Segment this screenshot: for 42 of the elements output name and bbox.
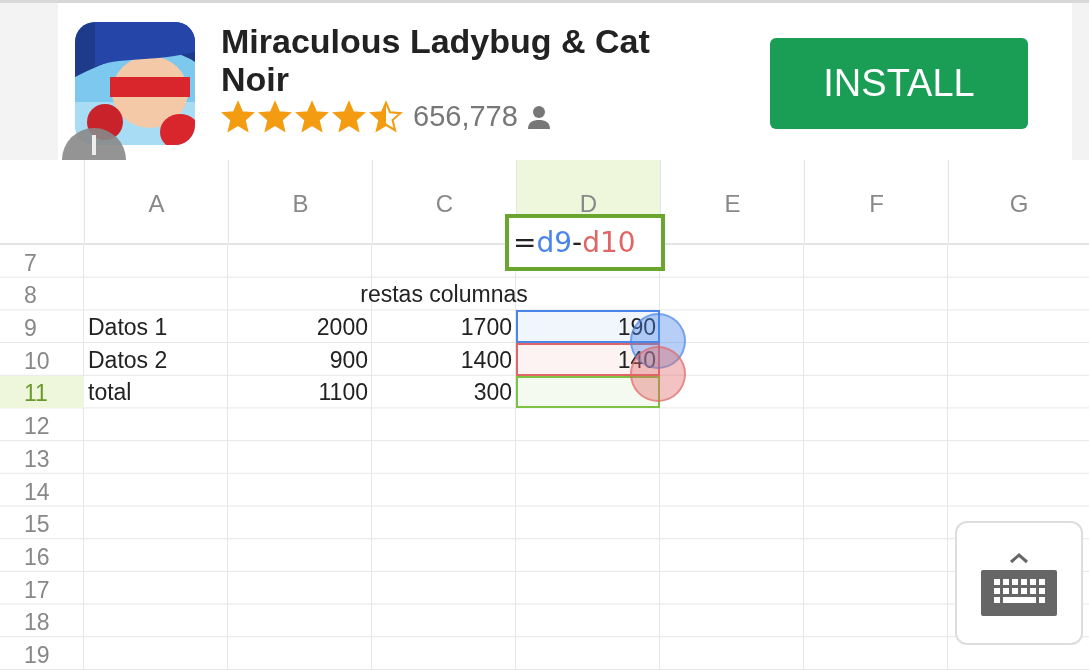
star-icon xyxy=(295,100,329,133)
column-header[interactable]: B xyxy=(228,160,372,243)
cell-text: 1400 xyxy=(460,346,512,374)
row-header[interactable]: 13 xyxy=(0,441,84,474)
star-icon xyxy=(332,100,366,133)
formula-tooltip[interactable]: =d9-d10 xyxy=(505,214,665,271)
row-header[interactable]: 14 xyxy=(0,473,84,507)
row-header[interactable]: 19 xyxy=(0,637,84,670)
highlighted-cell[interactable]: 190 xyxy=(516,310,660,344)
star-icon xyxy=(369,100,403,133)
star-icon xyxy=(221,100,255,133)
cell-text: 900 xyxy=(329,346,368,374)
cell-text: 1100 xyxy=(318,379,368,407)
row-header[interactable]: 17 xyxy=(0,571,84,605)
column-header[interactable]: G xyxy=(948,160,1089,243)
star-icon xyxy=(258,100,292,133)
cell-text: restas columnas xyxy=(360,281,528,309)
column-header[interactable]: F xyxy=(804,160,948,243)
app-title: Miraculous Ladybug & Cat Noir xyxy=(221,22,651,98)
person-icon xyxy=(527,104,550,129)
cell-text: Datos 1 xyxy=(88,314,168,342)
row-header[interactable]: 16 xyxy=(0,539,84,572)
cell-text: total xyxy=(88,379,132,407)
row-header[interactable]: 7 xyxy=(0,245,84,278)
row-header[interactable]: 12 xyxy=(0,408,84,442)
row-header[interactable]: 8 xyxy=(0,277,84,311)
cell-text: 2000 xyxy=(316,314,368,342)
row-header[interactable]: 18 xyxy=(0,604,84,638)
keyboard-icon xyxy=(979,550,1059,616)
rating-count: 656,778 xyxy=(413,100,518,133)
row-header[interactable]: 11 xyxy=(0,375,84,409)
cell-text: Datos 2 xyxy=(88,346,168,374)
row-header[interactable]: 9 xyxy=(0,310,84,344)
install-button[interactable]: INSTALL xyxy=(770,38,1028,129)
row-header[interactable]: 15 xyxy=(0,506,84,540)
highlighted-cell[interactable] xyxy=(516,375,660,409)
cell-text: 1700 xyxy=(460,314,512,342)
keyboard-button[interactable] xyxy=(955,521,1083,645)
row-header[interactable]: 10 xyxy=(0,343,84,376)
cell-text: 190 xyxy=(617,314,656,342)
cell-text: 300 xyxy=(473,379,512,407)
column-header[interactable]: A xyxy=(84,160,228,243)
